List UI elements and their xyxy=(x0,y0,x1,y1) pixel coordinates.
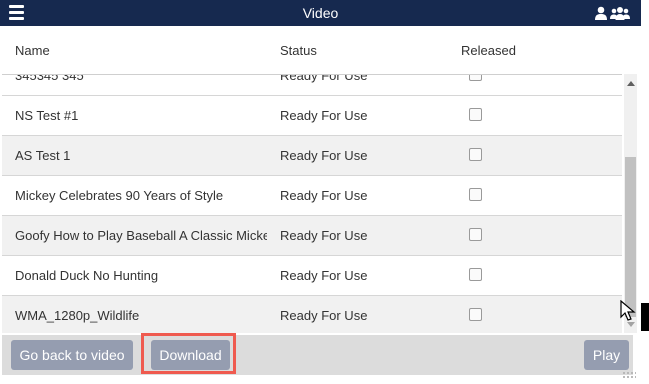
header-user-icons xyxy=(595,4,630,22)
table-row[interactable]: Mickey Celebrates 90 Years of Style Read… xyxy=(2,176,622,216)
table-row[interactable]: Goofy How to Play Baseball A Classic Mic… xyxy=(2,216,622,256)
vertical-scrollbar[interactable] xyxy=(624,74,637,333)
released-checkbox[interactable] xyxy=(469,228,482,241)
table-row[interactable]: WMA_1280p_Wildlife Ready For Use xyxy=(2,296,622,333)
video-table: Name Status Released 345345 345 Ready Fo… xyxy=(2,26,622,333)
scroll-up-arrow-icon[interactable] xyxy=(627,81,635,86)
resize-grip-icon[interactable] xyxy=(622,371,636,379)
column-header-status[interactable]: Status xyxy=(280,43,317,58)
row-name: Mickey Celebrates 90 Years of Style xyxy=(15,188,224,203)
download-highlight-box xyxy=(141,333,236,374)
user-icon[interactable] xyxy=(595,6,607,20)
page-title: Video xyxy=(302,5,339,21)
table-header: Name Status Released xyxy=(2,26,622,75)
column-header-released[interactable]: Released xyxy=(461,43,516,58)
released-checkbox[interactable] xyxy=(469,308,482,321)
scrollbar-thumb[interactable] xyxy=(625,157,636,317)
row-name: Goofy How to Play Baseball A Classic Mic… xyxy=(15,228,267,243)
row-name: AS Test 1 xyxy=(15,148,71,163)
column-header-name[interactable]: Name xyxy=(15,43,50,58)
row-name: NS Test #1 xyxy=(15,108,79,123)
released-checkbox[interactable] xyxy=(469,188,482,201)
table-row[interactable]: AS Test 1 Ready For Use xyxy=(2,136,622,176)
row-status: Ready For Use xyxy=(280,148,368,163)
row-status: Ready For Use xyxy=(280,268,368,283)
released-checkbox[interactable] xyxy=(469,148,482,161)
released-checkbox[interactable] xyxy=(469,268,482,281)
window-edge xyxy=(641,303,649,331)
row-status: Ready For Use xyxy=(280,228,368,243)
row-status: Ready For Use xyxy=(280,108,368,123)
row-status: Ready For Use xyxy=(280,188,368,203)
row-name: WMA_1280p_Wildlife xyxy=(15,308,140,323)
app-header: Video xyxy=(0,0,641,26)
row-status: Ready For Use xyxy=(280,308,368,323)
table-row[interactable]: NS Test #1 Ready For Use xyxy=(2,96,622,136)
action-bar: Go back to video Download Play xyxy=(2,335,633,375)
go-back-button[interactable]: Go back to video xyxy=(11,340,133,370)
group-icon[interactable] xyxy=(610,6,630,20)
play-button[interactable]: Play xyxy=(584,340,629,370)
mouse-cursor-icon xyxy=(620,300,636,321)
table-row[interactable]: Donald Duck No Hunting Ready For Use xyxy=(2,256,622,296)
released-checkbox[interactable] xyxy=(469,108,482,121)
row-name: Donald Duck No Hunting xyxy=(15,268,159,283)
scroll-down-arrow-icon[interactable] xyxy=(627,322,635,327)
